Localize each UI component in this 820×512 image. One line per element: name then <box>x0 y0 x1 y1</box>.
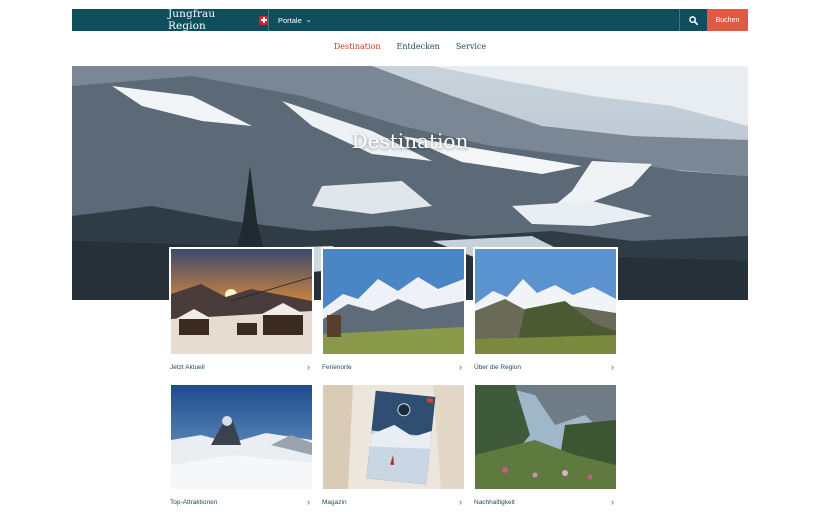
chevron-right-icon: › <box>459 497 462 507</box>
tile-image-valley <box>473 383 618 491</box>
tile-ferienorte[interactable]: Ferienorte › <box>321 247 466 372</box>
tile-label: Über die Region <box>474 364 521 371</box>
tab-service[interactable]: Service <box>456 42 486 51</box>
tile-ueber-die-region[interactable]: Über die Region › <box>473 247 618 372</box>
portale-label: Portale <box>278 15 302 25</box>
tab-destination[interactable]: Destination <box>334 42 381 51</box>
portale-dropdown[interactable]: Portale ⌄ <box>268 9 312 31</box>
tile-magazin[interactable]: Magazin › <box>321 383 466 507</box>
tile-nachhaltigkeit[interactable]: Nachhaltigkeit › <box>473 383 618 507</box>
tile-caption: Top-Attraktionen › <box>169 498 314 507</box>
book-button[interactable]: Buchen <box>707 9 748 31</box>
header-spacer <box>312 9 679 31</box>
tile-label: Jetzt Aktuell <box>170 364 205 371</box>
tile-image-eiger <box>473 247 618 356</box>
main-nav: Destination Entdecken Service <box>0 42 820 51</box>
brand-logo-link[interactable]: Jungfrau Region <box>72 8 268 32</box>
tile-label: Magazin <box>322 499 347 506</box>
tile-caption: Über die Region › <box>473 363 618 372</box>
brand-name: Jungfrau Region <box>168 8 216 32</box>
chevron-right-icon: › <box>307 362 310 372</box>
chevron-right-icon: › <box>611 362 614 372</box>
tile-jetzt-aktuell[interactable]: Jetzt Aktuell › <box>169 247 314 372</box>
tile-caption: Magazin › <box>321 498 466 507</box>
chevron-right-icon: › <box>307 497 310 507</box>
tile-image-mountains <box>321 247 466 356</box>
tile-caption: Jetzt Aktuell › <box>169 363 314 372</box>
tab-entdecken[interactable]: Entdecken <box>397 42 440 51</box>
chevron-right-icon: › <box>459 362 462 372</box>
tile-image-magazine <box>321 383 466 491</box>
search-icon <box>689 15 698 25</box>
tile-label: Top-Attraktionen <box>170 499 218 506</box>
chevron-right-icon: › <box>611 497 614 507</box>
hero-title: Destination <box>351 129 469 153</box>
swiss-cross-icon <box>259 15 268 25</box>
tile-label: Ferienorte <box>322 364 352 371</box>
tile-image-sunset <box>169 247 314 356</box>
top-header: Jungfrau Region Portale ⌄ Buchen <box>72 8 748 32</box>
tile-caption: Ferienorte › <box>321 363 466 372</box>
tile-label: Nachhaltigkeit <box>474 499 515 506</box>
tile-image-sphinx <box>169 383 314 491</box>
search-button[interactable] <box>679 9 707 31</box>
tile-top-attraktionen[interactable]: Top-Attraktionen › <box>169 383 314 507</box>
tile-caption: Nachhaltigkeit › <box>473 498 618 507</box>
